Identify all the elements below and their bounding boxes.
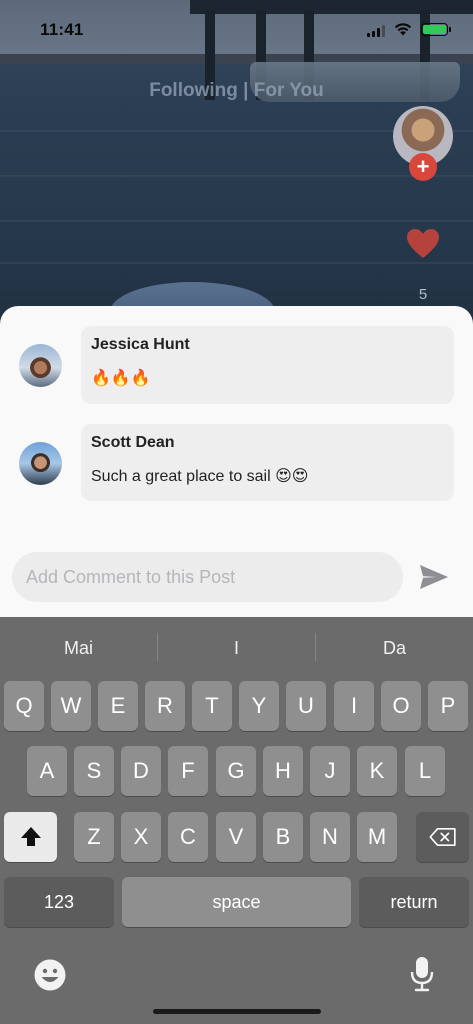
status-time: 11:41 bbox=[40, 20, 84, 39]
microphone-icon[interactable] bbox=[410, 956, 434, 992]
shift-arrow-icon bbox=[20, 827, 41, 846]
key-r[interactable]: R bbox=[145, 681, 185, 731]
video-ripple bbox=[0, 175, 473, 177]
cellular-signal-icon bbox=[367, 25, 387, 37]
key-t[interactable]: T bbox=[192, 681, 232, 731]
key-u[interactable]: U bbox=[286, 681, 326, 731]
wifi-icon bbox=[394, 23, 412, 36]
like-count: 5 bbox=[418, 286, 428, 303]
key-f[interactable]: F bbox=[168, 746, 208, 796]
suggestion-item[interactable]: Mai bbox=[0, 617, 157, 679]
key-j[interactable]: J bbox=[310, 746, 350, 796]
key-d[interactable]: D bbox=[121, 746, 161, 796]
key-o[interactable]: O bbox=[381, 681, 421, 731]
shift-key[interactable] bbox=[4, 812, 57, 862]
key-e[interactable]: E bbox=[98, 681, 138, 731]
key-b[interactable]: B bbox=[263, 812, 303, 862]
comment-text: Such a great place to sail 😍😍 bbox=[91, 468, 309, 485]
key-p[interactable]: P bbox=[428, 681, 468, 731]
delete-key[interactable] bbox=[416, 812, 469, 862]
numbers-key[interactable]: 123 bbox=[4, 877, 114, 927]
status-bar: 11:41 bbox=[0, 0, 473, 50]
key-n[interactable]: N bbox=[310, 812, 350, 862]
emoji-icon[interactable] bbox=[33, 958, 67, 992]
comment-author[interactable]: Scott Dean bbox=[91, 434, 444, 452]
feed-tabs[interactable]: Following | For You bbox=[0, 80, 473, 102]
key-z[interactable]: Z bbox=[74, 812, 114, 862]
key-v[interactable]: V bbox=[216, 812, 256, 862]
keyboard: Mai I Da Q W E R T Y U I O P A S D F G H… bbox=[0, 617, 473, 1024]
comment-sheet: Jessica Hunt 🔥🔥🔥 Scott Dean Such a great… bbox=[0, 306, 473, 618]
comment-input-container[interactable] bbox=[12, 552, 403, 602]
backspace-icon bbox=[428, 828, 456, 846]
send-icon[interactable] bbox=[418, 563, 450, 591]
key-h[interactable]: H bbox=[263, 746, 303, 796]
key-g[interactable]: G bbox=[216, 746, 256, 796]
key-w[interactable]: W bbox=[51, 681, 91, 731]
video-ripple bbox=[0, 220, 473, 222]
key-i[interactable]: I bbox=[334, 681, 374, 731]
suggestion-item[interactable]: Da bbox=[316, 617, 473, 679]
commenter-avatar[interactable] bbox=[19, 442, 62, 485]
home-indicator[interactable] bbox=[153, 1009, 321, 1014]
key-s[interactable]: S bbox=[74, 746, 114, 796]
comment-input[interactable] bbox=[26, 552, 396, 602]
suggestion-item[interactable]: I bbox=[158, 617, 315, 679]
key-k[interactable]: K bbox=[357, 746, 397, 796]
return-key[interactable]: return bbox=[359, 877, 469, 927]
space-key[interactable]: space bbox=[122, 877, 351, 927]
key-l[interactable]: L bbox=[405, 746, 445, 796]
comment-bubble: Jessica Hunt 🔥🔥🔥 bbox=[81, 326, 454, 404]
video-ripple bbox=[0, 262, 473, 264]
key-q[interactable]: Q bbox=[4, 681, 44, 731]
keyboard-suggestions: Mai I Da bbox=[0, 617, 473, 679]
key-x[interactable]: X bbox=[121, 812, 161, 862]
comment-author[interactable]: Jessica Hunt bbox=[91, 336, 444, 354]
commenter-avatar[interactable] bbox=[19, 344, 62, 387]
follow-button[interactable]: + bbox=[409, 153, 437, 181]
comment-text: 🔥🔥🔥 bbox=[91, 370, 151, 387]
key-y[interactable]: Y bbox=[239, 681, 279, 731]
battery-icon bbox=[421, 23, 451, 36]
key-m[interactable]: M bbox=[357, 812, 397, 862]
key-a[interactable]: A bbox=[27, 746, 67, 796]
comment-bubble: Scott Dean Such a great place to sail 😍😍 bbox=[81, 424, 454, 501]
heart-icon[interactable] bbox=[406, 228, 440, 260]
key-c[interactable]: C bbox=[168, 812, 208, 862]
